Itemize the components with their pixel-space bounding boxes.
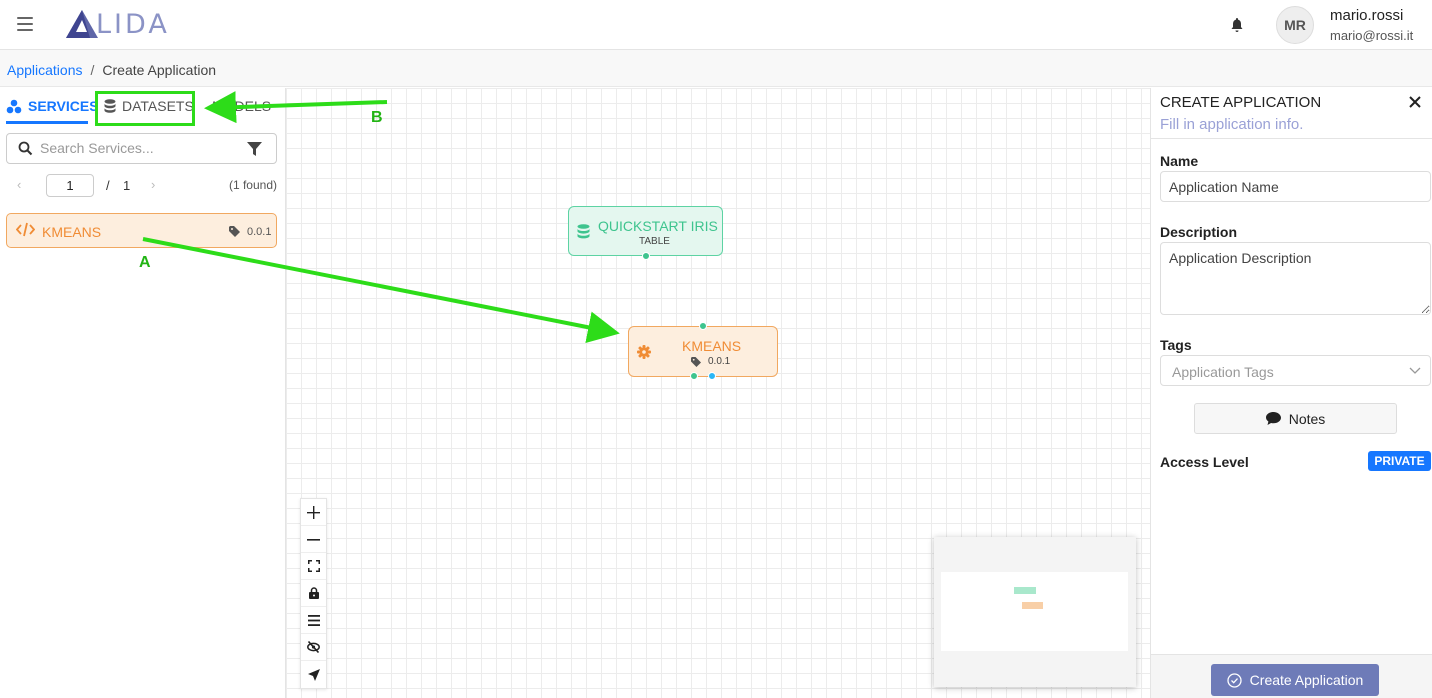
- hide-eye-icon[interactable]: [301, 634, 326, 661]
- gear-icon: [637, 345, 651, 359]
- dataset-output-handle[interactable]: [642, 252, 650, 260]
- database-icon: [577, 224, 590, 239]
- tab-models-label: MODELS: [212, 98, 272, 114]
- service-node[interactable]: KMEANS 0.0.1: [628, 322, 778, 380]
- service-output-handle-2[interactable]: [708, 372, 716, 380]
- code-icon: [16, 222, 35, 237]
- service-output-handle-1[interactable]: [690, 372, 698, 380]
- layout-list-icon[interactable]: [301, 607, 326, 634]
- service-item-version: 0.0.1: [247, 226, 272, 238]
- minimap-viewport: [941, 572, 1128, 651]
- notes-button-label: Notes: [1288, 410, 1326, 427]
- tag-icon: [229, 226, 240, 237]
- tab-services-label: SERVICES: [28, 98, 99, 114]
- notifications-bell-icon[interactable]: [1229, 17, 1245, 38]
- tab-datasets[interactable]: DATASETS: [104, 98, 194, 114]
- menu-icon[interactable]: [17, 17, 33, 31]
- database-icon: [104, 99, 116, 113]
- service-list-item[interactable]: KMEANS 0.0.1: [6, 213, 277, 248]
- application-name-input[interactable]: [1160, 171, 1431, 202]
- user-name: mario.rossi: [1330, 7, 1404, 24]
- catalog-tabs: SERVICES DATASETS MODELS: [0, 88, 286, 126]
- search-box: [6, 133, 277, 164]
- tab-models[interactable]: MODELS: [212, 98, 271, 114]
- chevron-down-icon: [1409, 367, 1421, 374]
- page-number-input[interactable]: [46, 174, 94, 197]
- tag-icon: [691, 357, 701, 367]
- application-description-input[interactable]: [1160, 242, 1431, 315]
- user-avatar[interactable]: MR: [1276, 6, 1314, 44]
- prev-page-icon[interactable]: ‹: [17, 177, 21, 192]
- description-label: Description: [1160, 224, 1238, 240]
- logo-triangle-icon: [66, 10, 98, 38]
- dataset-node-title: QUICKSTART IRIS: [598, 218, 718, 234]
- user-email: mario@rossi.it: [1330, 28, 1414, 43]
- tags-label: Tags: [1160, 337, 1192, 353]
- tags-placeholder: Application Tags: [1172, 364, 1274, 380]
- results-count: (1 found): [228, 178, 277, 192]
- panel-footer: Create Application: [1151, 654, 1432, 698]
- navigate-arrow-icon[interactable]: [301, 661, 326, 688]
- canvas-controls: [300, 498, 327, 689]
- create-application-label: Create Application: [1249, 672, 1364, 688]
- tab-datasets-label: DATASETS: [122, 98, 194, 114]
- notes-button[interactable]: Notes: [1194, 403, 1397, 434]
- top-bar: LIDA MR mario.rossi mario@rossi.it: [0, 0, 1432, 50]
- active-tab-indicator: [6, 121, 88, 124]
- panel-header: CREATE APPLICATION Fill in application i…: [1151, 88, 1432, 139]
- zoom-in-icon[interactable]: [301, 499, 326, 526]
- create-application-button[interactable]: Create Application: [1211, 664, 1379, 696]
- filter-icon[interactable]: [247, 142, 262, 156]
- service-item-name: KMEANS: [42, 224, 102, 240]
- search-icon: [18, 141, 33, 156]
- breadcrumb-current: Create Application: [102, 62, 217, 78]
- minimap-service-node: [1022, 602, 1043, 609]
- dataset-node-type: TABLE: [639, 236, 670, 247]
- page-total: 1: [123, 178, 131, 193]
- app-logo[interactable]: LIDA: [64, 8, 170, 40]
- application-tags-select[interactable]: Application Tags: [1160, 355, 1431, 386]
- service-node-title: KMEANS: [682, 338, 742, 354]
- breadcrumb: Applications / Create Application: [7, 62, 216, 78]
- services-icon: [6, 99, 22, 113]
- search-services-input[interactable]: [40, 140, 240, 156]
- dataset-node[interactable]: QUICKSTART IRIS TABLE: [568, 206, 723, 260]
- breadcrumb-applications-link[interactable]: Applications: [7, 62, 83, 78]
- next-page-icon[interactable]: ›: [151, 177, 155, 192]
- pagination: ‹ / 1 › (1 found): [0, 174, 286, 198]
- comment-icon: [1265, 412, 1281, 425]
- breadcrumb-separator: /: [90, 62, 95, 78]
- page-separator: /: [106, 178, 110, 193]
- fit-view-icon[interactable]: [301, 553, 326, 580]
- panel-title: CREATE APPLICATION: [1160, 94, 1322, 111]
- panel-subtitle: Fill in application info.: [1160, 116, 1304, 133]
- workflow-canvas[interactable]: QUICKSTART IRIS TABLE KMEANS 0.0.1: [286, 88, 1150, 698]
- lock-icon[interactable]: [301, 580, 326, 607]
- service-node-version: 0.0.1: [708, 356, 731, 367]
- access-level-label: Access Level: [1160, 454, 1249, 470]
- name-label: Name: [1160, 153, 1199, 169]
- check-circle-icon: [1227, 672, 1242, 688]
- service-input-handle[interactable]: [699, 322, 707, 330]
- zoom-out-icon[interactable]: [301, 526, 326, 553]
- minimap-dataset-node: [1014, 587, 1036, 594]
- tab-services[interactable]: SERVICES: [6, 98, 99, 114]
- logo-text: LIDA: [96, 8, 170, 40]
- breadcrumb-bar: Applications / Create Application: [0, 50, 1432, 87]
- left-panel: SERVICES DATASETS MODELS ‹ / 1 › (1 fou: [0, 88, 286, 698]
- access-level-badge[interactable]: PRIVATE: [1368, 451, 1431, 471]
- minimap[interactable]: [934, 537, 1136, 687]
- create-application-panel: CREATE APPLICATION Fill in application i…: [1150, 88, 1432, 698]
- close-icon[interactable]: [1409, 96, 1421, 108]
